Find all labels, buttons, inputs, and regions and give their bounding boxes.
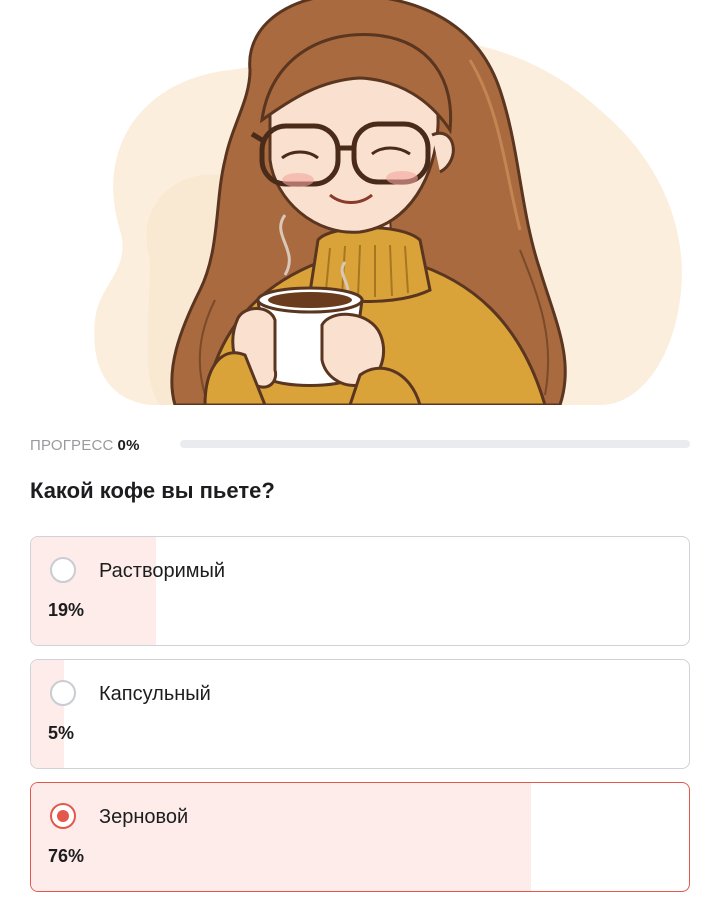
- answer-option-capsule[interactable]: Капсульный 5%: [30, 659, 690, 769]
- result-fill-bar: [31, 537, 157, 645]
- woman-with-coffee-illustration: [94, 0, 682, 405]
- progress-bar: [180, 440, 690, 448]
- answer-option-label: Зерновой: [99, 806, 189, 828]
- progress-row: ПРОГРЕСС 0%: [30, 432, 690, 458]
- answer-option-label: Капсульный: [99, 683, 211, 705]
- answer-option-percent: 76%: [48, 846, 85, 866]
- progress-value: 0%: [117, 437, 140, 454]
- result-fill-bar: [31, 660, 64, 768]
- radio-unselected-icon[interactable]: [50, 680, 76, 706]
- question-title: Какой кофе вы пьете?: [30, 478, 275, 503]
- answer-option-beans[interactable]: Зерновой 76%: [30, 782, 690, 892]
- radio-unselected-icon[interactable]: [50, 557, 76, 583]
- radio-selected-icon[interactable]: [50, 803, 76, 829]
- hero-illustration: [0, 0, 714, 405]
- progress-title: ПРОГРЕСС: [30, 437, 114, 454]
- answer-option-label: Растворимый: [99, 560, 226, 582]
- answer-option-percent: 5%: [48, 723, 75, 743]
- progress-label: ПРОГРЕСС 0%: [30, 437, 140, 454]
- quiz-page: ПРОГРЕСС 0% Какой кофе вы пьете? Раствори…: [0, 0, 714, 900]
- answer-option-percent: 19%: [48, 600, 85, 620]
- answer-option-instant[interactable]: Растворимый 19%: [30, 536, 690, 646]
- result-fill-bar: [31, 783, 532, 891]
